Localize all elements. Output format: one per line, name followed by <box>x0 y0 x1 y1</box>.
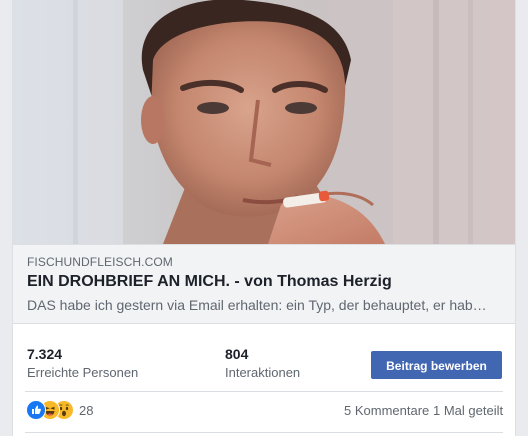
reach-label: Erreichte Personen <box>27 365 139 380</box>
link-preview[interactable]: FISCHUNDFLEISCH.COM EIN DROHBRIEF AN MIC… <box>13 0 515 324</box>
preview-image[interactable] <box>13 0 515 244</box>
reach-stat[interactable]: 7.324 Erreichte Personen <box>27 345 138 383</box>
like-icon <box>26 400 46 420</box>
reach-value: 7.324 <box>27 346 63 362</box>
interactions-label: Interaktionen <box>225 365 301 380</box>
interactions-value: 804 <box>225 346 249 362</box>
reactions-row: 28 5 Kommentare 1 Mal geteilt <box>13 398 515 422</box>
boost-post-button[interactable]: Beitrag bewerben <box>371 351 502 379</box>
interactions-stat[interactable]: 804 Interaktionen <box>225 345 300 383</box>
post-card: FISCHUNDFLEISCH.COM EIN DROHBRIEF AN MIC… <box>12 0 516 436</box>
insights-row: 7.324 Erreichte Personen 804 Interaktion… <box>13 333 515 389</box>
shares-count[interactable]: 1 Mal geteilt <box>433 403 503 418</box>
reaction-count[interactable]: 28 <box>79 403 93 418</box>
divider <box>25 391 503 392</box>
comments-count[interactable]: 5 Kommentare <box>344 403 429 418</box>
link-meta[interactable]: FISCHUNDFLEISCH.COM EIN DROHBRIEF AN MIC… <box>13 244 515 323</box>
link-title[interactable]: EIN DROHBRIEF AN MICH. - von Thomas Herz… <box>27 273 392 291</box>
link-domain: FISCHUNDFLEISCH.COM <box>27 255 173 269</box>
divider <box>25 432 503 433</box>
link-description: DAS habe ich gestern via Email erhalten:… <box>27 297 487 313</box>
